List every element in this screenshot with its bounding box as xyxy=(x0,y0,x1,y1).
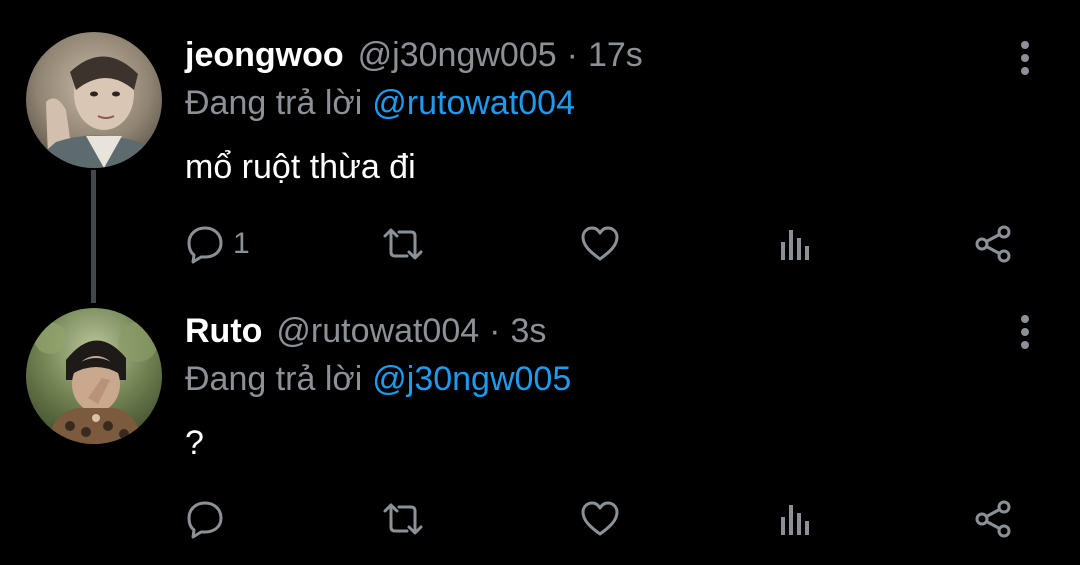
replying-to-label: Đang trả lời xyxy=(185,360,363,398)
reply-icon xyxy=(187,501,223,539)
retweet-button[interactable] xyxy=(381,220,425,268)
heart-icon xyxy=(581,226,619,261)
like-button[interactable] xyxy=(579,220,621,268)
tweet-header: jeongwoo @j30ngw005 · 17s xyxy=(185,36,643,80)
avatar[interactable] xyxy=(26,32,162,168)
replying-to-line: Đang trả lời @j30ngw005 xyxy=(185,360,571,399)
more-vertical-icon xyxy=(1021,41,1029,75)
share-icon xyxy=(975,225,1011,263)
more-vertical-icon xyxy=(1021,315,1029,349)
share-icon xyxy=(975,500,1011,538)
tweet[interactable]: jeongwoo @j30ngw005 · 17s Đang trả lời @r… xyxy=(0,0,1080,303)
mention-link[interactable]: @rutowat004 xyxy=(372,84,575,122)
replying-to-label: Đang trả lời xyxy=(185,84,363,122)
avatar-photo xyxy=(26,32,162,168)
like-button[interactable] xyxy=(579,495,621,543)
separator-dot: · xyxy=(489,312,501,350)
more-options-button[interactable] xyxy=(1012,312,1038,352)
tweet[interactable]: Ruto @rutowat004 · 3s Đang trả lời @j30ng… xyxy=(0,290,1080,565)
tweet-text: mổ ruột thừa đi xyxy=(185,148,416,186)
replying-to-line: Đang trả lời @rutowat004 xyxy=(185,84,575,123)
reply-count: 1 xyxy=(233,227,250,260)
reply-button[interactable]: 1 xyxy=(185,220,250,268)
tweet-header: Ruto @rutowat004 · 3s xyxy=(185,312,546,356)
heart-icon xyxy=(581,501,619,536)
share-button[interactable] xyxy=(973,495,1013,543)
more-options-button[interactable] xyxy=(1012,38,1038,78)
retweet-icon xyxy=(383,228,423,260)
separator-dot: · xyxy=(566,36,578,74)
retweet-button[interactable] xyxy=(381,495,425,543)
retweet-icon xyxy=(383,503,423,535)
user-handle[interactable]: @rutowat004 xyxy=(276,312,479,351)
avatar[interactable] xyxy=(26,308,162,444)
timestamp[interactable]: 17s xyxy=(588,36,643,75)
views-icon xyxy=(781,505,809,535)
tweet-actions xyxy=(185,495,1025,543)
tweet-actions: 1 xyxy=(185,220,1025,268)
views-button[interactable] xyxy=(777,220,813,268)
views-button[interactable] xyxy=(777,495,813,543)
tweet-text: ? xyxy=(185,424,204,462)
mention-link[interactable]: @j30ngw005 xyxy=(372,360,571,398)
avatar-photo xyxy=(26,308,162,444)
display-name[interactable]: Ruto xyxy=(185,312,262,351)
user-handle[interactable]: @j30ngw005 xyxy=(358,36,557,75)
views-icon xyxy=(781,230,809,260)
share-button[interactable] xyxy=(973,220,1013,268)
timestamp[interactable]: 3s xyxy=(511,312,547,351)
reply-icon xyxy=(187,226,223,264)
thread-connector-line xyxy=(91,170,96,303)
display-name[interactable]: jeongwoo xyxy=(185,36,344,75)
reply-button[interactable] xyxy=(185,495,233,543)
